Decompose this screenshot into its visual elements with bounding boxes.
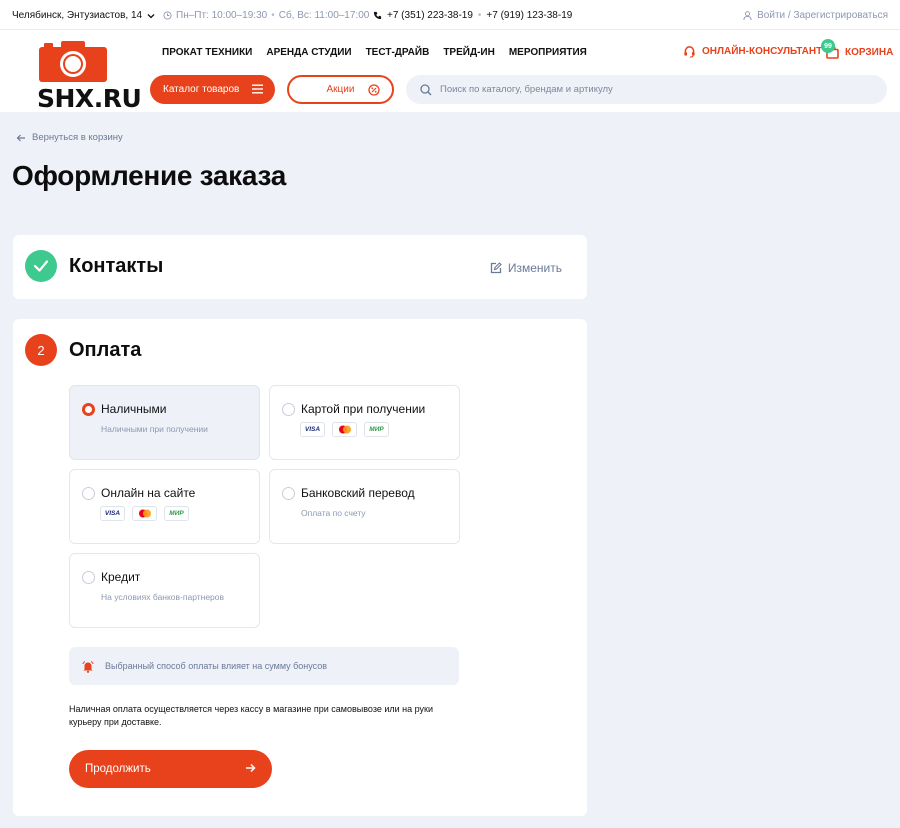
clock-icon bbox=[163, 11, 172, 20]
edit-contacts-button[interactable]: Изменить bbox=[490, 261, 562, 275]
back-to-cart-link[interactable]: Вернуться в корзину bbox=[16, 132, 123, 143]
payment-option-cash[interactable]: Наличными Наличными при получении bbox=[69, 385, 260, 460]
payment-description: Наличная оплата осуществляется через кас… bbox=[69, 704, 434, 727]
payment-logos: VISA МИР bbox=[300, 422, 389, 437]
phone-icon bbox=[373, 11, 382, 20]
edit-icon bbox=[490, 262, 502, 274]
step-number-badge: 2 bbox=[25, 334, 57, 366]
phone-primary[interactable]: +7 (351) 223-38-19 bbox=[387, 10, 473, 21]
phones: +7 (351) 223-38-19 • +7 (919) 123-38-19 bbox=[373, 10, 572, 21]
hours-weekend: Сб, Вс: 11:00–17:00 bbox=[278, 10, 370, 21]
promo-button[interactable]: Акции bbox=[287, 75, 394, 104]
logo-text: SHX.RU bbox=[37, 84, 142, 113]
continue-button[interactable]: Продолжить bbox=[69, 750, 272, 788]
payment-option-bank-transfer[interactable]: Банковский перевод Оплата по счету bbox=[269, 469, 460, 544]
discount-icon bbox=[368, 84, 380, 96]
contacts-section: Контакты Изменить bbox=[13, 235, 587, 299]
payment-option-credit[interactable]: Кредит На условиях банков-партнеров bbox=[69, 553, 260, 628]
radio-unselected[interactable] bbox=[282, 403, 295, 416]
back-label: Вернуться в корзину bbox=[32, 132, 123, 143]
mir-logo-icon: МИР bbox=[164, 506, 189, 521]
bonus-notice: Выбранный способ оплаты влияет на сумму … bbox=[69, 647, 459, 685]
nav-item-rental[interactable]: ПРОКАТ ТЕХНИКИ bbox=[162, 47, 252, 58]
payment-option-online[interactable]: Онлайн на сайте VISA МИР bbox=[69, 469, 260, 544]
site-header: SHX.RU ПРОКАТ ТЕХНИКИ АРЕНДА СТУДИИ ТЕСТ… bbox=[0, 30, 900, 113]
search-input[interactable] bbox=[440, 84, 840, 95]
camera-logo-icon bbox=[39, 41, 107, 82]
option-subtitle: Оплата по счету bbox=[301, 508, 366, 518]
working-hours: Пн–Пт: 10:00–19:30 • Сб, Вс: 11:00–17:00 bbox=[163, 10, 369, 21]
step-complete-badge bbox=[25, 250, 57, 282]
radio-selected[interactable] bbox=[82, 403, 95, 416]
continue-label: Продолжить bbox=[85, 763, 151, 775]
top-bar: Челябинск, Энтузиастов, 14 Пн–Пт: 10:00–… bbox=[0, 0, 900, 30]
hours-weekdays: Пн–Пт: 10:00–19:30 bbox=[176, 10, 268, 21]
headset-icon bbox=[684, 46, 695, 58]
payment-logos: VISA МИР bbox=[100, 506, 189, 521]
payment-title: Оплата bbox=[69, 339, 142, 361]
nav-item-trade-in[interactable]: ТРЕЙД-ИН bbox=[443, 47, 495, 58]
payment-section: 2 Оплата Наличными Наличными при получен… bbox=[13, 319, 587, 816]
radio-unselected[interactable] bbox=[82, 571, 95, 584]
checkmark-icon bbox=[33, 260, 49, 272]
user-icon bbox=[743, 10, 752, 20]
separator-dot: • bbox=[271, 10, 275, 21]
separator-dot: • bbox=[477, 10, 482, 21]
contacts-title: Контакты bbox=[69, 255, 164, 277]
radio-unselected[interactable] bbox=[282, 487, 295, 500]
visa-logo-icon: VISA bbox=[300, 422, 325, 437]
cart-count-badge: 99 bbox=[821, 39, 835, 53]
city-label: Челябинск, Энтузиастов, 14 bbox=[12, 10, 143, 21]
arrow-right-icon bbox=[246, 763, 256, 773]
cart-label: КОРЗИНА bbox=[845, 46, 894, 58]
city-selector[interactable]: Челябинск, Энтузиастов, 14 bbox=[12, 10, 155, 21]
option-label: Картой при получении bbox=[301, 402, 426, 416]
option-label: Банковский перевод bbox=[301, 486, 415, 500]
bell-alert-icon bbox=[82, 660, 94, 673]
phone-secondary[interactable]: +7 (919) 123-38-19 bbox=[486, 10, 572, 21]
catalog-label: Каталог товаров bbox=[163, 84, 240, 95]
visa-logo-icon: VISA bbox=[100, 506, 125, 521]
arrow-left-icon bbox=[16, 134, 25, 141]
notice-text: Выбранный способ оплаты влияет на сумму … bbox=[105, 661, 328, 671]
mastercard-logo-icon bbox=[332, 422, 357, 437]
logo[interactable]: SHX.RU bbox=[37, 38, 142, 113]
promo-label: Акции bbox=[326, 84, 355, 95]
mir-logo-icon: МИР bbox=[364, 422, 389, 437]
search-bar bbox=[406, 75, 887, 104]
login-label: Войти / Зарегистрироваться bbox=[757, 10, 888, 21]
option-subtitle: Наличными при получении bbox=[101, 424, 208, 434]
payment-option-card-on-delivery[interactable]: Картой при получении VISA МИР bbox=[269, 385, 460, 460]
nav-item-studio[interactable]: АРЕНДА СТУДИИ bbox=[266, 47, 351, 58]
page-title: Оформление заказа bbox=[12, 160, 286, 191]
cart-link[interactable]: 99 КОРЗИНА bbox=[821, 39, 894, 59]
mastercard-logo-icon bbox=[132, 506, 157, 521]
nav-item-test-drive[interactable]: ТЕСТ-ДРАЙВ bbox=[366, 47, 430, 58]
nav-item-events[interactable]: МЕРОПРИЯТИЯ bbox=[509, 47, 587, 58]
catalog-button[interactable]: Каталог товаров bbox=[150, 75, 275, 104]
search-icon bbox=[420, 83, 432, 95]
option-subtitle: На условиях банков-партнеров bbox=[101, 592, 225, 602]
burger-menu-icon bbox=[252, 84, 263, 94]
option-label: Наличными bbox=[101, 402, 167, 416]
consultant-label: ОНЛАЙН-КОНСУЛЬТАНТ bbox=[702, 46, 823, 57]
login-link[interactable]: Войти / Зарегистрироваться bbox=[743, 10, 888, 21]
option-label: Кредит bbox=[101, 570, 141, 584]
online-consultant-link[interactable]: ОНЛАЙН-КОНСУЛЬТАНТ bbox=[683, 45, 822, 58]
option-label: Онлайн на сайте bbox=[101, 486, 196, 500]
radio-unselected[interactable] bbox=[82, 487, 95, 500]
edit-label: Изменить bbox=[507, 261, 562, 275]
chevron-down-icon bbox=[147, 13, 155, 18]
main-nav: ПРОКАТ ТЕХНИКИ АРЕНДА СТУДИИ ТЕСТ-ДРАЙВ … bbox=[162, 47, 587, 58]
